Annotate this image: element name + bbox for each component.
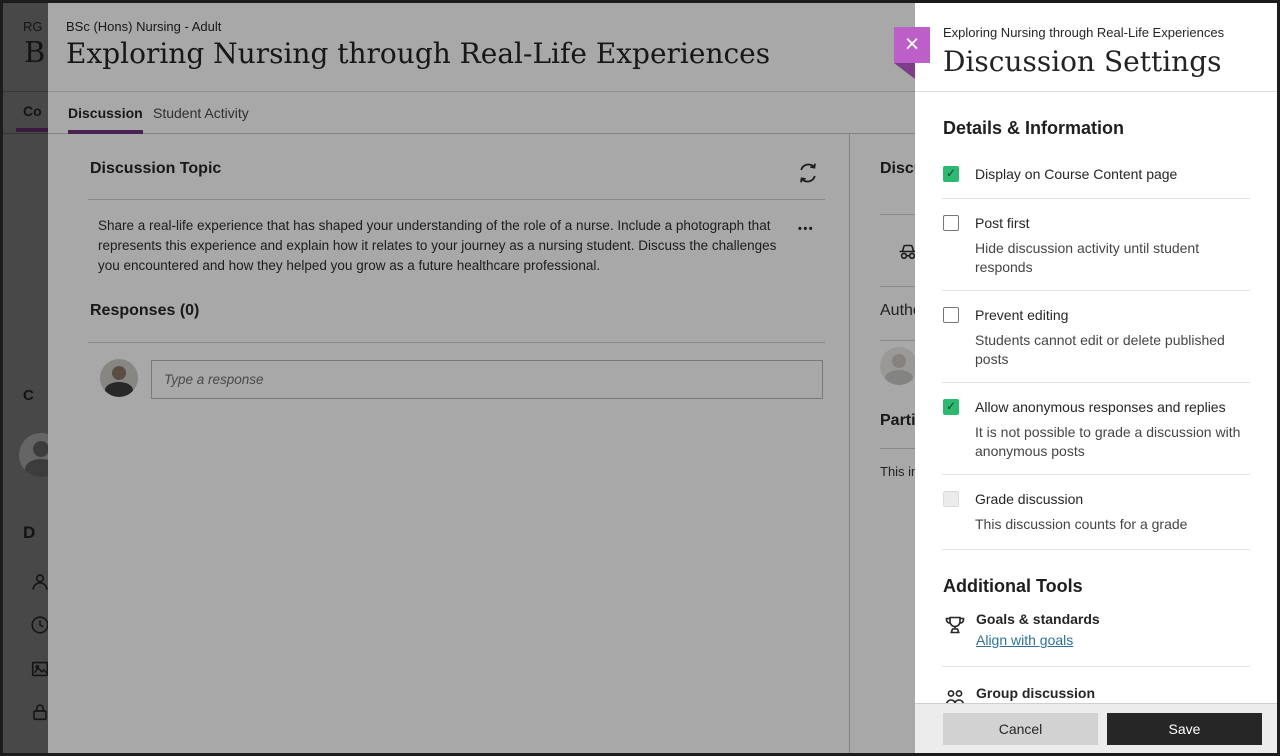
option-row-anonymous: Allow anonymous responses and replies It… xyxy=(915,383,1277,474)
goals-standards-label: Goals & standards xyxy=(976,611,1100,627)
option-label: Allow anonymous responses and replies xyxy=(975,399,1255,416)
option-label: Prevent editing xyxy=(975,307,1255,324)
details-information-heading: Details & Information xyxy=(943,118,1251,139)
option-subtext: Hide discussion activity until student r… xyxy=(975,239,1255,277)
checkbox-grade-discussion xyxy=(943,491,959,507)
trophy-icon xyxy=(943,613,967,637)
option-subtext: This discussion counts for a grade xyxy=(975,515,1255,534)
save-button[interactable]: Save xyxy=(1107,713,1262,745)
settings-footer: Cancel Save xyxy=(915,703,1277,753)
option-divider xyxy=(942,549,1250,550)
tool-row-goals: Goals & standards Align with goals xyxy=(915,597,1277,666)
option-label: Grade discussion xyxy=(975,491,1255,508)
option-subtext: It is not possible to grade a discussion… xyxy=(975,423,1255,461)
option-row-grade: Grade discussion This discussion counts … xyxy=(915,475,1277,549)
option-label: Post first xyxy=(975,215,1255,232)
checkbox-allow-anonymous[interactable] xyxy=(943,399,959,415)
checkbox-prevent-editing[interactable] xyxy=(943,307,959,323)
checkbox-display-on-content[interactable] xyxy=(943,166,959,182)
app-window: RG B Co C D xyxy=(0,0,1280,756)
align-with-goals-link[interactable]: Align with goals xyxy=(976,632,1073,648)
option-subtext: Students cannot edit or delete published… xyxy=(975,331,1255,369)
cancel-button[interactable]: Cancel xyxy=(943,713,1098,745)
option-row-display: Display on Course Content page xyxy=(915,139,1277,198)
discussion-settings-panel: × Exploring Nursing through Real-Life Ex… xyxy=(915,3,1277,753)
option-label: Display on Course Content page xyxy=(975,166,1177,183)
option-row-prevent-editing: Prevent editing Students cannot edit or … xyxy=(915,291,1277,382)
settings-title: Discussion Settings xyxy=(943,45,1257,78)
option-row-post-first: Post first Hide discussion activity unti… xyxy=(915,199,1277,290)
group-discussion-label: Group discussion xyxy=(976,685,1095,701)
checkbox-post-first[interactable] xyxy=(943,215,959,231)
settings-context: Exploring Nursing through Real-Life Expe… xyxy=(943,25,1257,40)
settings-header: Exploring Nursing through Real-Life Expe… xyxy=(915,3,1277,92)
additional-tools-heading: Additional Tools xyxy=(943,576,1251,597)
